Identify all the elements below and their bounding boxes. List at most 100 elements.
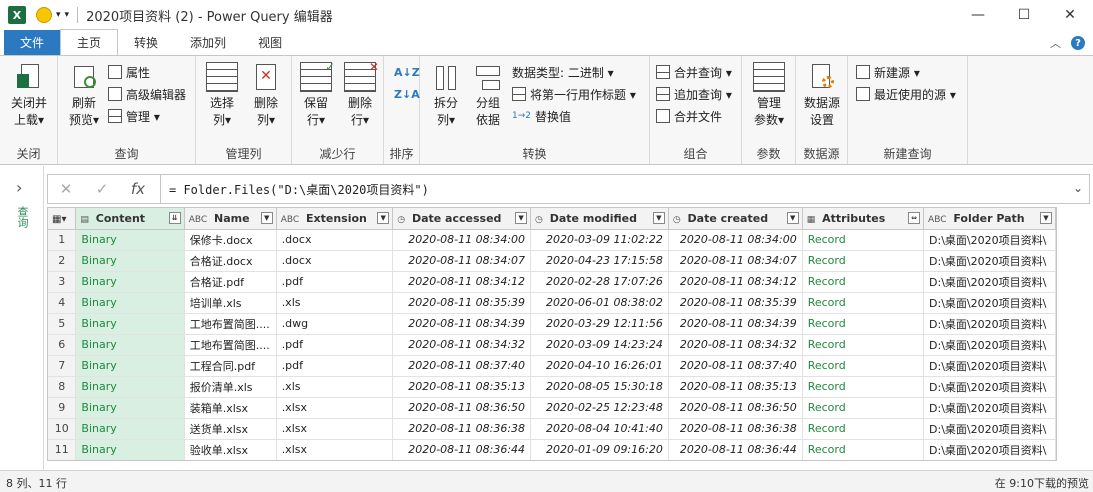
data-source-settings-button[interactable]: 数据源 设置	[800, 62, 844, 129]
filter-date-modified-icon[interactable]: ▼	[652, 212, 665, 224]
split-column-button[interactable]: 拆分 列▾	[426, 62, 466, 129]
cell-content[interactable]: Binary	[75, 250, 185, 272]
manage-button[interactable]: 管理 ▾	[108, 106, 160, 126]
row-number[interactable]: 9	[48, 397, 77, 419]
cell-content[interactable]: Binary	[75, 271, 185, 293]
cell-attributes[interactable]: Record	[802, 355, 925, 377]
table-row[interactable]: 3 Binary 合格证.pdf .pdf 2020-08-11 08:34:12 202…	[48, 271, 1056, 293]
table-row[interactable]: 5 Binary 工地布置简图.... .dwg 2020-08-11 08:34:39…	[48, 313, 1056, 335]
qat-dropdown-icon[interactable]: ▾	[56, 10, 61, 20]
recent-sources-button[interactable]: 最近使用的源 ▾	[856, 84, 956, 104]
help-icon[interactable]: ?	[1071, 36, 1085, 50]
advanced-editor-button[interactable]: 高级编辑器	[108, 84, 186, 104]
sort-descending-button[interactable]: Z↓A	[394, 84, 420, 104]
row-number[interactable]: 3	[48, 271, 77, 293]
cell-content[interactable]: Binary	[75, 292, 185, 314]
sort-ascending-button[interactable]: A↓Z	[394, 62, 420, 82]
cell-attributes[interactable]: Record	[802, 397, 925, 419]
table-row[interactable]: 6 Binary 工地布置简图.... .pdf 2020-08-11 08:34:32…	[48, 334, 1056, 356]
cell-content[interactable]: Binary	[75, 355, 185, 377]
cell-attributes[interactable]: Record	[802, 376, 925, 398]
cell-content[interactable]: Binary	[75, 397, 185, 419]
row-number[interactable]: 1	[48, 229, 77, 251]
combine-files-button[interactable]: 合并文件	[656, 106, 722, 126]
filter-name-icon[interactable]: ▼	[260, 212, 273, 224]
cell-content[interactable]: Binary	[75, 376, 185, 398]
cell-content[interactable]: Binary	[75, 418, 185, 440]
minimize-button[interactable]: —	[955, 0, 1001, 30]
table-row[interactable]: 4 Binary 培训单.xls .xls 2020-08-11 08:35:39 202…	[48, 292, 1056, 314]
table-row[interactable]: 8 Binary 报价清单.xls .xls 2020-08-11 08:35:13 20…	[48, 376, 1056, 398]
refresh-preview-button[interactable]: 刷新 预览▾	[64, 62, 104, 129]
customize-qat-icon[interactable]: ▾	[65, 10, 70, 20]
cell-content[interactable]: Binary	[75, 334, 185, 356]
column-header-date-accessed[interactable]: ◷ Date accessed ▼	[392, 208, 532, 230]
table-menu-button[interactable]: ▦▾	[48, 208, 77, 230]
row-number[interactable]: 4	[48, 292, 77, 314]
tab-add-column[interactable]: 添加列	[174, 30, 242, 55]
properties-button[interactable]: 属性	[108, 62, 150, 82]
choose-columns-button[interactable]: 选择 列▾	[202, 62, 242, 129]
column-header-date-modified[interactable]: ◷ Date modified ▼	[530, 208, 669, 230]
table-row[interactable]: 10 Binary 送货单.xlsx .xlsx 2020-08-11 08:36:38…	[48, 418, 1056, 440]
expand-queries-pane-icon[interactable]: ›	[16, 178, 22, 197]
collapse-ribbon-icon[interactable]: ︿	[1050, 35, 1061, 51]
row-number[interactable]: 2	[48, 250, 77, 272]
cell-attributes[interactable]: Record	[802, 313, 925, 335]
table-row[interactable]: 1 Binary 保修卡.docx .docx 2020-08-11 08:34:00 2…	[48, 229, 1056, 251]
column-header-folder-path[interactable]: ABC Folder Path ▼	[923, 208, 1056, 230]
close-window-button[interactable]: ✕	[1047, 0, 1093, 30]
table-row[interactable]: 2 Binary 合格证.docx .docx 2020-08-11 08:34:07 2…	[48, 250, 1056, 272]
group-by-button[interactable]: 分组 依据	[468, 62, 508, 129]
cell-attributes[interactable]: Record	[802, 250, 925, 272]
manage-parameters-button[interactable]: 管理 参数▾	[748, 62, 790, 129]
cancel-formula-button[interactable]: ✕	[48, 180, 84, 198]
maximize-button[interactable]: ☐	[1001, 0, 1047, 30]
column-header-attributes[interactable]: ▦ Attributes ⇔	[802, 208, 925, 230]
table-row[interactable]: 7 Binary 工程合同.pdf .pdf 2020-08-11 08:37:40 20…	[48, 355, 1056, 377]
row-number[interactable]: 7	[48, 355, 77, 377]
cell-attributes[interactable]: Record	[802, 334, 925, 356]
filter-folder-path-icon[interactable]: ▼	[1040, 212, 1052, 224]
column-header-date-created[interactable]: ◷ Date created ▼	[668, 208, 803, 230]
table-row[interactable]: 11 Binary 验收单.xlsx .xlsx 2020-08-11 08:36:44…	[48, 439, 1056, 460]
filter-extension-icon[interactable]: ▼	[377, 212, 390, 224]
row-number[interactable]: 6	[48, 334, 77, 356]
replace-values-button[interactable]: 1→2 替换值	[512, 106, 571, 126]
column-header-content[interactable]: ▤ Content ⇊	[75, 208, 185, 230]
remove-columns-button[interactable]: ✕ 删除 列▾	[246, 62, 286, 129]
filter-date-accessed-icon[interactable]: ▼	[515, 212, 528, 224]
expand-record-icon[interactable]: ⇔	[908, 212, 921, 224]
expand-binary-icon[interactable]: ⇊	[168, 212, 181, 224]
append-queries-button[interactable]: 追加查询 ▾	[656, 84, 732, 104]
data-type-dropdown[interactable]: 数据类型: 二进制 ▾	[512, 62, 614, 82]
table-row[interactable]: 9 Binary 装箱单.xlsx .xlsx 2020-08-11 08:36:50 2…	[48, 397, 1056, 419]
new-source-button[interactable]: 新建源 ▾	[856, 62, 920, 82]
cell-attributes[interactable]: Record	[802, 271, 925, 293]
row-number[interactable]: 10	[48, 418, 77, 440]
tab-view[interactable]: 视图	[242, 30, 298, 55]
tab-file[interactable]: 文件	[4, 30, 61, 55]
formula-input[interactable]: = Folder.Files("D:\桌面\2020项目资料")	[169, 181, 429, 198]
cell-attributes[interactable]: Record	[802, 439, 925, 460]
row-number[interactable]: 8	[48, 376, 77, 398]
cell-attributes[interactable]: Record	[802, 229, 925, 251]
cell-content[interactable]: Binary	[75, 313, 185, 335]
cell-attributes[interactable]: Record	[802, 418, 925, 440]
cell-attributes[interactable]: Record	[802, 292, 925, 314]
keep-rows-button[interactable]: ✓ 保留 行▾	[296, 60, 336, 129]
column-header-extension[interactable]: ABC Extension ▼	[276, 208, 394, 230]
cell-content[interactable]: Binary	[75, 229, 185, 251]
merge-queries-button[interactable]: 合并查询 ▾	[656, 62, 732, 82]
cell-content[interactable]: Binary	[75, 439, 185, 460]
column-header-name[interactable]: ABC Name ▼	[184, 208, 277, 230]
expand-formula-icon[interactable]: ⌄	[1073, 181, 1083, 195]
close-and-load-button[interactable]: 关闭并 上载▾	[6, 62, 52, 129]
row-number[interactable]: 5	[48, 313, 77, 335]
remove-rows-button[interactable]: ✕ 删除 行▾	[340, 60, 380, 129]
commit-formula-button[interactable]: ✓	[84, 180, 120, 198]
tab-home[interactable]: 主页	[60, 29, 119, 55]
row-number[interactable]: 11	[48, 439, 77, 460]
queries-pane-label[interactable]: 查询	[14, 206, 30, 228]
fx-icon[interactable]: fx	[120, 180, 156, 198]
